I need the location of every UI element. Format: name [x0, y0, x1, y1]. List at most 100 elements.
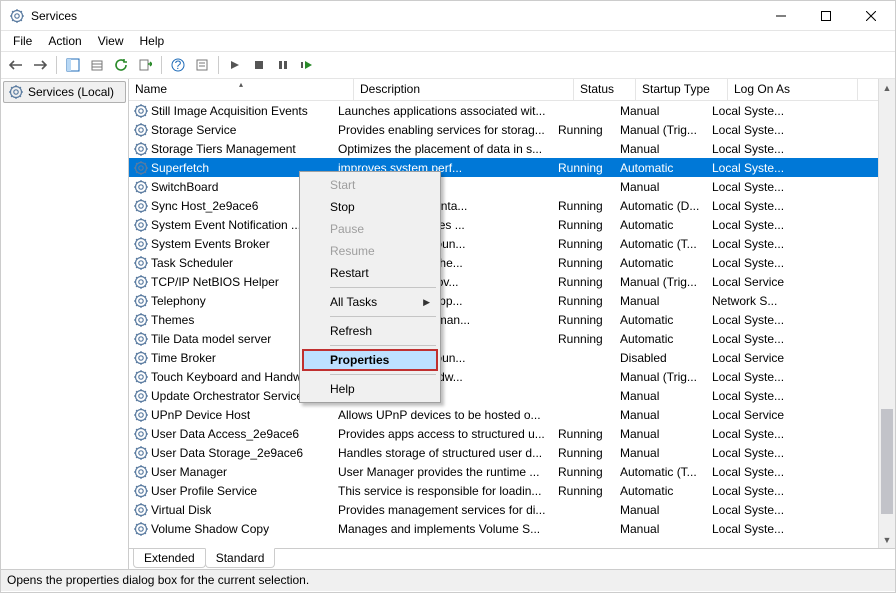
gear-icon	[133, 160, 149, 176]
service-startup-type: Automatic	[614, 483, 706, 499]
forward-button[interactable]	[29, 54, 51, 76]
stop-service-button[interactable]	[248, 54, 270, 76]
context-separator	[330, 316, 436, 317]
services-icon	[9, 8, 25, 24]
table-row[interactable]: Task Schedulerto configure and sche...Ru…	[129, 253, 878, 272]
service-logon-as: Local Syste...	[706, 388, 836, 404]
service-status: Running	[552, 312, 614, 328]
scroll-down-button[interactable]: ▼	[879, 531, 895, 548]
service-status: Running	[552, 255, 614, 271]
gear-icon	[8, 84, 24, 100]
table-row[interactable]: Still Image Acquisition EventsLaunches a…	[129, 101, 878, 120]
tab-extended[interactable]: Extended	[133, 549, 206, 568]
table-row[interactable]: Update Orchestrator Service for Win...Us…	[129, 386, 878, 405]
show-hide-tree-button[interactable]	[62, 54, 84, 76]
menu-help[interactable]: Help	[132, 32, 173, 50]
service-name: Sync Host_2e9ace6	[151, 199, 258, 213]
context-restart[interactable]: Restart	[302, 262, 438, 284]
start-service-button[interactable]	[224, 54, 246, 76]
context-stop[interactable]: Stop	[302, 196, 438, 218]
service-name: Still Image Acquisition Events	[151, 104, 308, 118]
gear-icon	[133, 445, 149, 461]
service-logon-as: Network S...	[706, 293, 836, 309]
table-row[interactable]: User Data Storage_2e9ace6Handles storage…	[129, 443, 878, 462]
service-startup-type: Manual	[614, 179, 706, 195]
gear-icon	[133, 217, 149, 233]
service-status	[552, 110, 614, 112]
context-properties[interactable]: Properties	[302, 349, 438, 371]
status-bar: Opens the properties dialog box for the …	[1, 569, 895, 591]
service-startup-type: Automatic	[614, 160, 706, 176]
export-button[interactable]	[134, 54, 156, 76]
scroll-thumb[interactable]	[881, 409, 893, 514]
table-row[interactable]: Superfetch improves system perf...Runnin…	[129, 158, 878, 177]
service-status	[552, 509, 614, 511]
table-row[interactable]: User ManagerUser Manager provides the ru…	[129, 462, 878, 481]
restart-service-button[interactable]	[296, 54, 318, 76]
service-logon-as: Local Syste...	[706, 217, 836, 233]
menu-action[interactable]: Action	[40, 32, 89, 50]
sidebar-services-local[interactable]: Services (Local)	[3, 81, 126, 103]
pause-service-button[interactable]	[272, 54, 294, 76]
table-row[interactable]: Storage Tiers ManagementOptimizes the pl…	[129, 139, 878, 158]
context-start: Start	[302, 174, 438, 196]
context-refresh[interactable]: Refresh	[302, 320, 438, 342]
menu-view[interactable]: View	[90, 32, 132, 50]
table-row[interactable]: Touch Keyboard and Handwriting...Keyboar…	[129, 367, 878, 386]
context-all-tasks[interactable]: All Tasks▶	[302, 291, 438, 313]
service-startup-type: Manual	[614, 141, 706, 157]
table-row[interactable]: TCP/IP NetBIOS Helperrt for the NetBIOS …	[129, 272, 878, 291]
table-row[interactable]: Time Brokerxecution of backgroun...Disab…	[129, 348, 878, 367]
context-separator	[330, 374, 436, 375]
properties-button[interactable]	[191, 54, 213, 76]
refresh-button[interactable]	[110, 54, 132, 76]
table-row[interactable]: System Events Brokerxecution of backgrou…	[129, 234, 878, 253]
table-row[interactable]: Sync Host_2e9ace6nchronizes mail, conta.…	[129, 196, 878, 215]
export-list-button[interactable]	[86, 54, 108, 76]
service-name: Storage Service	[151, 123, 236, 137]
column-name[interactable]: Name▴	[129, 79, 354, 100]
service-status: Running	[552, 426, 614, 442]
help-button[interactable]: ?	[167, 54, 189, 76]
vertical-scrollbar[interactable]: ▲ ▼	[878, 79, 895, 548]
service-status	[552, 528, 614, 530]
column-log-on-as[interactable]: Log On As	[728, 79, 858, 100]
status-text: Opens the properties dialog box for the …	[7, 573, 309, 587]
table-row[interactable]: User Data Access_2e9ace6Provides apps ac…	[129, 424, 878, 443]
toolbar-separator	[161, 56, 162, 74]
gear-icon	[133, 179, 149, 195]
service-name: Tile Data model server	[151, 332, 271, 346]
maximize-button[interactable]	[803, 1, 848, 30]
table-row[interactable]: Volume Shadow CopyManages and implements…	[129, 519, 878, 538]
table-row[interactable]: User Profile ServiceThis service is resp…	[129, 481, 878, 500]
table-row[interactable]: UPnP Device HostAllows UPnP devices to b…	[129, 405, 878, 424]
service-name: Superfetch	[151, 161, 209, 175]
column-status[interactable]: Status	[574, 79, 636, 100]
table-row[interactable]: Tile Data model servertile updates.Runni…	[129, 329, 878, 348]
tab-standard[interactable]: Standard	[205, 548, 276, 568]
service-status: Running	[552, 293, 614, 309]
minimize-button[interactable]	[758, 1, 803, 30]
service-logon-as: Local Service	[706, 350, 836, 366]
table-row[interactable]: Storage ServiceProvides enabling service…	[129, 120, 878, 139]
table-row[interactable]: System Event Notification ...m events an…	[129, 215, 878, 234]
column-description[interactable]: Description	[354, 79, 574, 100]
service-name: Themes	[151, 313, 194, 327]
table-row[interactable]: SwitchBoardManualLocal Syste...	[129, 177, 878, 196]
scroll-up-button[interactable]: ▲	[879, 79, 895, 96]
back-button[interactable]	[5, 54, 27, 76]
table-row[interactable]: Telephonyhony API (TAPI) supp...RunningM…	[129, 291, 878, 310]
close-button[interactable]	[848, 1, 893, 30]
service-status	[552, 357, 614, 359]
service-startup-type: Automatic (T...	[614, 464, 706, 480]
context-help[interactable]: Help	[302, 378, 438, 400]
service-status	[552, 414, 614, 416]
menu-file[interactable]: File	[5, 32, 40, 50]
gear-icon	[133, 122, 149, 138]
context-menu: Start Stop Pause Resume Restart All Task…	[299, 171, 441, 403]
table-row[interactable]: Themesexperience theme man...RunningAuto…	[129, 310, 878, 329]
table-row[interactable]: Virtual DiskProvides management services…	[129, 500, 878, 519]
column-startup-type[interactable]: Startup Type	[636, 79, 728, 100]
service-logon-as: Local Syste...	[706, 198, 836, 214]
service-name: User Manager	[151, 465, 227, 479]
